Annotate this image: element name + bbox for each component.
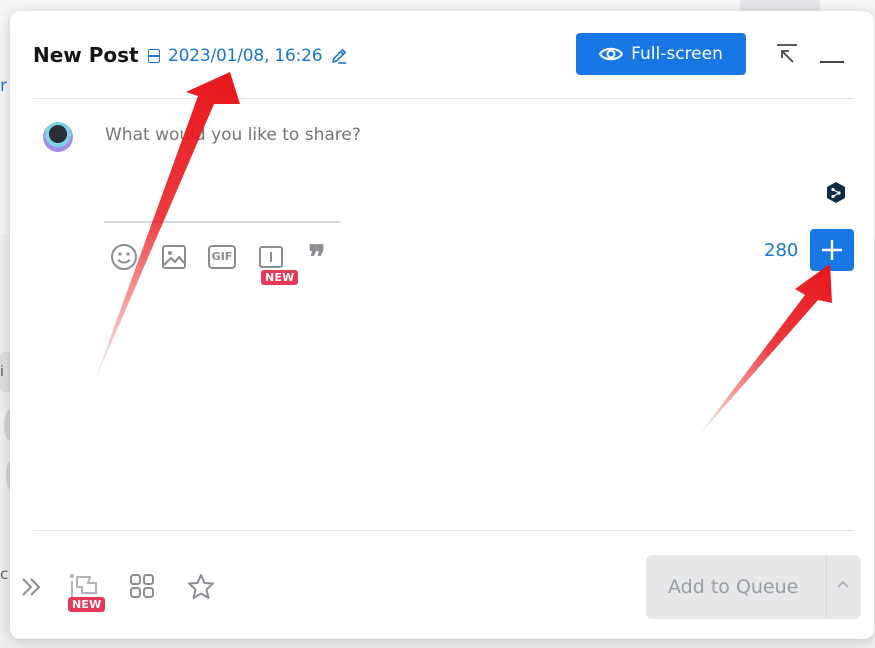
grid-apps-icon[interactable] [129, 573, 155, 599]
background-text-fragment: c [0, 565, 9, 583]
avatar [43, 122, 73, 152]
background-link-fragment[interactable]: r [0, 76, 7, 96]
composer-underline [104, 221, 341, 223]
character-count: 280 [764, 240, 799, 261]
poll-new-badge: NEW [261, 270, 299, 285]
queue-separator [826, 555, 827, 619]
star-icon[interactable] [187, 573, 215, 601]
calendar-icon [148, 49, 160, 63]
eye-icon [599, 47, 624, 61]
add-to-queue-button[interactable]: Add to Queue [646, 555, 861, 619]
flag-button[interactable]: NEW [68, 573, 108, 617]
emoji-icon[interactable] [110, 243, 138, 271]
post-composer-input[interactable] [105, 125, 435, 145]
footer-divider [33, 530, 854, 531]
add-thread-button[interactable] [810, 229, 854, 271]
dialog-title: New Post [33, 43, 139, 67]
poll-icon[interactable] [257, 243, 285, 271]
new-post-dialog: New Post 2023/01/08, 16:26 Full-screen W… [10, 11, 874, 639]
plus-icon [822, 240, 842, 260]
add-to-queue-label: Add to Queue [668, 576, 799, 598]
edit-pencil-icon[interactable] [330, 47, 348, 65]
fullscreen-label: Full-screen [631, 44, 723, 64]
schedule-date[interactable]: 2023/01/08, 16:26 [148, 46, 348, 66]
deepl-translate-icon[interactable] [824, 181, 848, 205]
header-divider [33, 98, 854, 99]
collapse-icon[interactable] [775, 43, 799, 67]
fullscreen-button[interactable]: Full-screen [576, 33, 746, 75]
chevron-up-icon[interactable] [836, 577, 850, 591]
flag-new-badge: NEW [68, 597, 106, 612]
image-icon[interactable] [160, 243, 188, 271]
minimize-icon[interactable] [820, 61, 844, 63]
schedule-date-text[interactable]: 2023/01/08, 16:26 [168, 46, 323, 66]
gif-button[interactable]: GIF [208, 245, 236, 269]
expand-sidebar-icon[interactable] [20, 575, 44, 605]
quote-icon[interactable]: ❞ [303, 241, 331, 273]
